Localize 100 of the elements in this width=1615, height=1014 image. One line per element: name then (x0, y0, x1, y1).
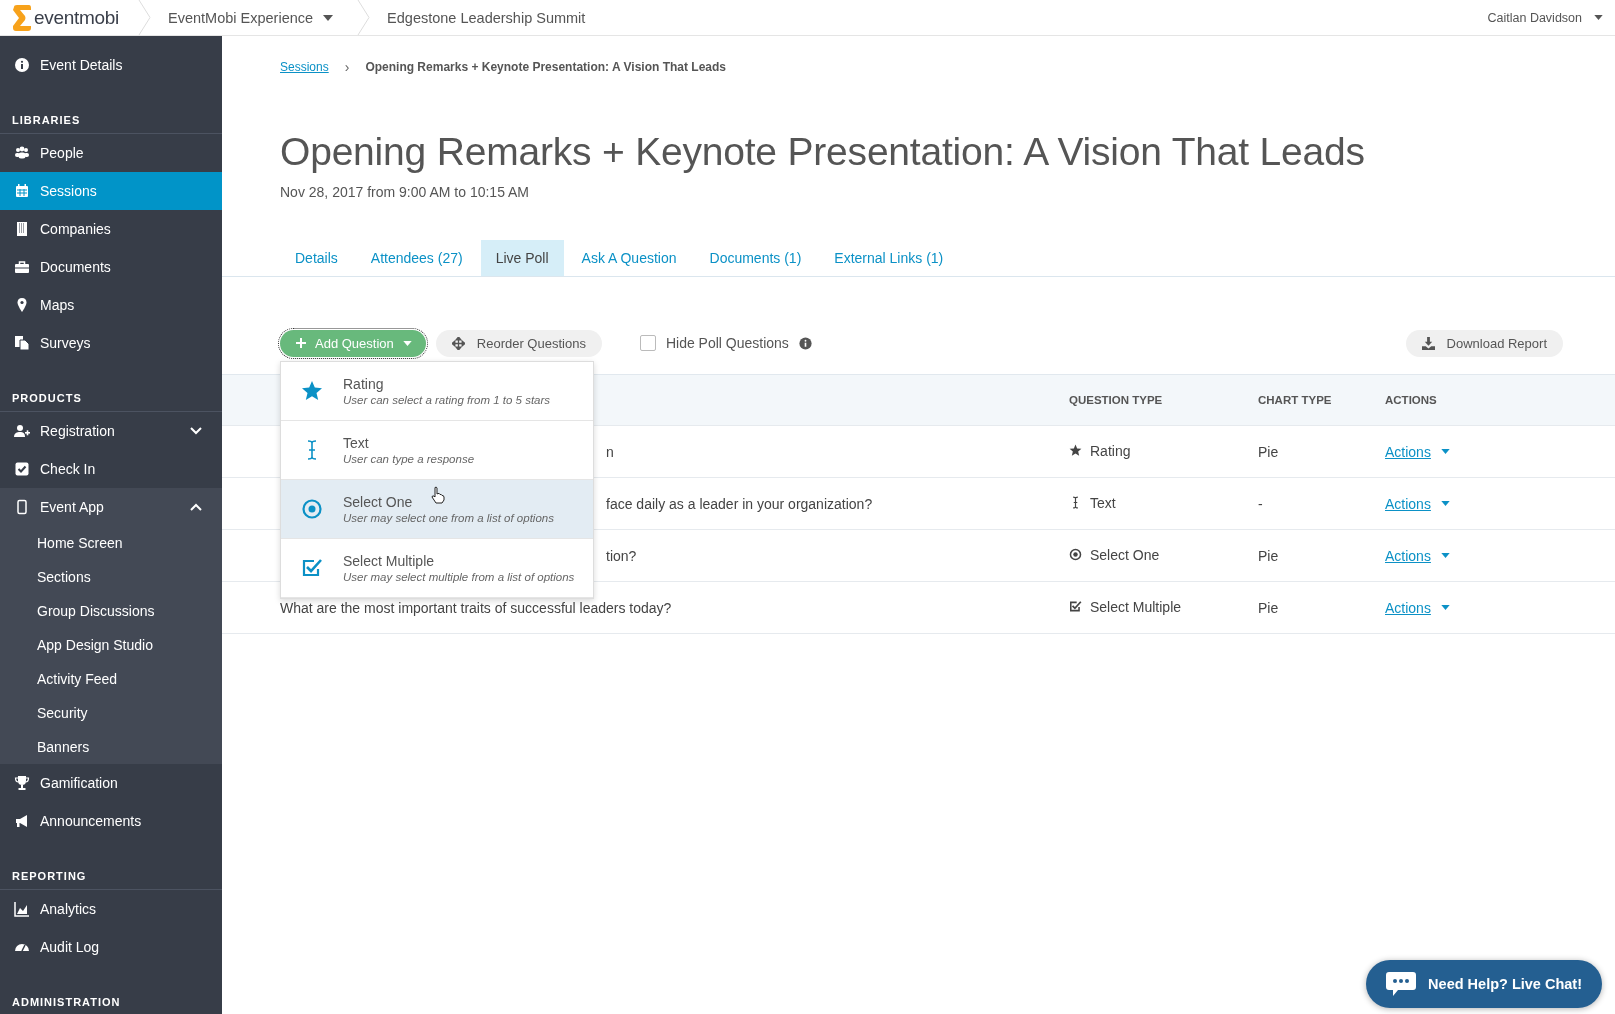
top-breadcrumb[interactable]: EventMobi Experience (152, 9, 358, 26)
actions-link[interactable]: Actions (1385, 495, 1431, 512)
hand-cursor-icon (431, 485, 445, 504)
chart-type: Pie (1258, 599, 1279, 616)
sidebar-item[interactable]: Audit Log (0, 928, 222, 966)
sidebar-item[interactable]: Surveys (0, 324, 222, 362)
menu-item[interactable]: Select Multiple User may select multiple from a list of options (281, 538, 593, 598)
check-icon (14, 461, 30, 477)
submenu-item[interactable]: Sections (0, 560, 222, 594)
menu-item[interactable]: Rating User can select a rating from 1 to 5 stars (281, 361, 593, 421)
menu-item-hint: User can select a rating from 1 to 5 stars (343, 393, 551, 406)
menu-item[interactable]: Select One User may select one from a list of options (281, 479, 593, 539)
submenu-item[interactable]: Activity Feed (0, 662, 222, 696)
building-icon (14, 221, 30, 237)
sidebar-item[interactable]: Companies (0, 210, 222, 248)
people-icon (14, 145, 30, 161)
sidebar-item[interactable]: Check In (0, 450, 222, 488)
caret-icon (1440, 553, 1450, 558)
tab[interactable]: Ask A Question (566, 240, 692, 276)
actions-link[interactable]: Actions (1385, 443, 1431, 460)
menu-item-title: Rating (343, 375, 384, 392)
chart-type: Pie (1258, 547, 1279, 564)
live-chat-button[interactable]: Need Help? Live Chat! (1366, 960, 1602, 1008)
calendar-icon (14, 183, 30, 199)
tab[interactable]: Attendees (27) (355, 240, 478, 276)
session-date: Nov 28, 2017 from 9:00 AM to 10:15 AM (280, 184, 531, 200)
reorder-button[interactable]: Reorder Questions (435, 329, 602, 357)
submenu-item[interactable]: Group Discussions (0, 594, 222, 628)
chart-type: Pie (1258, 443, 1279, 460)
actions-link[interactable]: Actions (1385, 547, 1431, 564)
question-type: Select Multiple (1069, 598, 1182, 615)
star-icon (301, 379, 323, 402)
question-text: face daily as a leader in your organization? (606, 495, 873, 512)
menu-item[interactable]: Text User can type a response (281, 420, 593, 480)
sidebar-item[interactable]: Analytics (0, 890, 222, 928)
tab[interactable]: Live Poll (480, 240, 564, 276)
menu-item-title: Select Multiple (343, 552, 435, 569)
menu-item-title: Select One (343, 493, 413, 510)
submenu-item[interactable]: Home Screen (0, 526, 222, 560)
sidebar-item[interactable]: Event Details (0, 46, 222, 84)
tab[interactable]: Details (280, 240, 353, 276)
move-icon (451, 336, 465, 350)
sidebar-item[interactable]: People (0, 134, 222, 172)
star-icon (1069, 444, 1082, 458)
column-header: ACTIONS (1385, 394, 1437, 406)
sidebar-item[interactable]: Gamification (0, 764, 222, 802)
section-heading: REPORTING (0, 862, 222, 890)
sidebar-item[interactable]: Event App (0, 488, 222, 526)
submenu-item[interactable]: App Design Studio (0, 628, 222, 662)
question-type: Select One (1069, 546, 1160, 563)
submenu-item[interactable]: Security (0, 696, 222, 730)
menu-item-title: Text (343, 434, 369, 451)
checkbox-icon (1069, 600, 1082, 614)
sidebar-item[interactable]: Documents (0, 248, 222, 286)
plus-icon (296, 338, 306, 348)
breadcrumb-link[interactable]: Sessions (280, 60, 329, 74)
question-text: What are the most important traits of successful leaders today? (280, 599, 672, 616)
menu-item-hint: User may select one from a list of options (343, 511, 554, 524)
chart-icon (14, 901, 30, 917)
trophy-icon (14, 775, 30, 791)
section-heading: LIBRARIES (0, 106, 222, 134)
question-text: tion? (606, 547, 637, 564)
checkbox[interactable] (639, 335, 656, 351)
sidebar-item[interactable]: Announcements (0, 802, 222, 840)
briefcase-icon (14, 259, 30, 275)
caret-icon (402, 340, 412, 346)
info-icon (14, 57, 30, 73)
question-type: Rating (1069, 442, 1131, 459)
caret-icon (1440, 501, 1450, 506)
caret-icon (323, 14, 334, 21)
page-title: Opening Remarks + Keynote Presentation: A Vision That Leads (280, 130, 1366, 174)
submenu-item[interactable]: Banners (0, 730, 222, 764)
breadcrumb-separator: › (344, 59, 350, 75)
logo-icon (12, 4, 32, 31)
download-icon (1421, 336, 1435, 350)
radio-icon (1069, 548, 1082, 562)
breadcrumb-current: Opening Remarks + Keynote Presentation: A Vision That Leads (365, 60, 727, 74)
chart-type: - (1258, 495, 1263, 512)
column-header: CHART TYPE (1258, 394, 1333, 406)
question-text: n (606, 443, 614, 460)
copy-icon (14, 335, 30, 351)
sidebar-item[interactable]: Registration (0, 412, 222, 450)
logo-text[interactable]: eventmobi (34, 6, 119, 29)
column-header: QUESTION TYPE (1069, 394, 1164, 406)
radio-icon (301, 497, 323, 520)
tab[interactable]: External Links (1) (819, 240, 959, 276)
checkbox-label: Hide Poll Questions (665, 335, 789, 351)
phone-icon (14, 499, 30, 515)
tab[interactable]: Documents (1) (694, 240, 817, 276)
question-type: Text (1069, 494, 1116, 511)
caret-icon (1440, 449, 1450, 454)
sidebar-item[interactable]: Maps (0, 286, 222, 324)
menu-item-hint: User can type a response (343, 452, 475, 465)
user-menu[interactable]: Caitlan Davidson (1487, 10, 1603, 25)
actions-link[interactable]: Actions (1385, 599, 1431, 616)
caret-icon (1440, 605, 1450, 610)
top-breadcrumb[interactable]: Edgestone Leadership Summit (371, 9, 610, 26)
megaphone-icon (14, 813, 30, 829)
download-report-button[interactable]: Download Report (1405, 329, 1563, 357)
user-add-icon (14, 423, 30, 439)
